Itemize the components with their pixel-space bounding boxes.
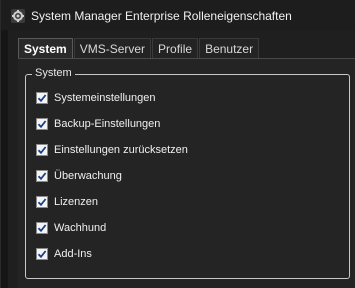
checkbox-row-backup-einstellungen[interactable]: Backup-Einstellungen (36, 117, 160, 131)
checkbox-row-systemeinstellungen[interactable]: Systemeinstellungen (36, 91, 156, 105)
checkmark-icon (37, 224, 47, 233)
system-groupbox: System Systemeinstellungen Backup-Einste… (25, 67, 350, 279)
checkbox-row-ueberwachung[interactable]: Überwachung (36, 169, 122, 183)
checkbox-row-add-ins[interactable]: Add-Ins (36, 247, 92, 261)
checkbox-label: Lizenzen (54, 196, 99, 208)
groupbox-title: System (32, 67, 75, 79)
role-properties-window: System Manager Enterprise Rolleneigensch… (0, 0, 355, 288)
checkbox-row-einstellungen-zuruecksetzen[interactable]: Einstellungen zurücksetzen (36, 143, 188, 157)
checkmark-icon (37, 250, 47, 259)
checkmark-icon (37, 94, 47, 103)
checkbox-label: Add-Ins (54, 248, 92, 260)
checkbox-label: Überwachung (54, 170, 122, 182)
window-title: System Manager Enterprise Rolleneigensch… (31, 9, 292, 23)
system-tab-panel: System Systemeinstellungen Backup-Einste… (18, 58, 355, 288)
checkbox-row-wachhund[interactable]: Wachhund (36, 221, 106, 235)
tab-vms-server[interactable]: VMS-Server (73, 38, 152, 58)
background-window-edge (1, 30, 8, 288)
checkbox-label: Einstellungen zurücksetzen (54, 144, 188, 156)
title-bar: System Manager Enterprise Rolleneigensch… (1, 0, 355, 30)
tab-system[interactable]: System (18, 38, 73, 59)
checkbox-lizenzen[interactable] (36, 196, 48, 208)
checkbox-row-lizenzen[interactable]: Lizenzen (36, 195, 98, 209)
tab-bar: System VMS-Server Profile Benutzer (18, 38, 260, 59)
checkbox-label: Backup-Einstellungen (54, 118, 161, 130)
checkbox-systemeinstellungen[interactable] (36, 92, 48, 104)
checkmark-icon (37, 172, 47, 181)
checkbox-einstellungen-zuruecksetzen[interactable] (36, 144, 48, 156)
tab-benutzer[interactable]: Benutzer (199, 38, 260, 58)
checkmark-icon (37, 146, 47, 155)
checkbox-wachhund[interactable] (36, 222, 48, 234)
checkmark-icon (37, 198, 47, 207)
checkbox-label: Wachhund (54, 222, 107, 234)
checkbox-label: Systemeinstellungen (54, 92, 156, 104)
checkbox-ueberwachung[interactable] (36, 170, 48, 182)
tab-profile[interactable]: Profile (152, 38, 199, 58)
checkmark-icon (37, 120, 47, 129)
checkbox-add-ins[interactable] (36, 248, 48, 260)
gear-app-icon (11, 9, 25, 23)
checkbox-backup-einstellungen[interactable] (36, 118, 48, 130)
